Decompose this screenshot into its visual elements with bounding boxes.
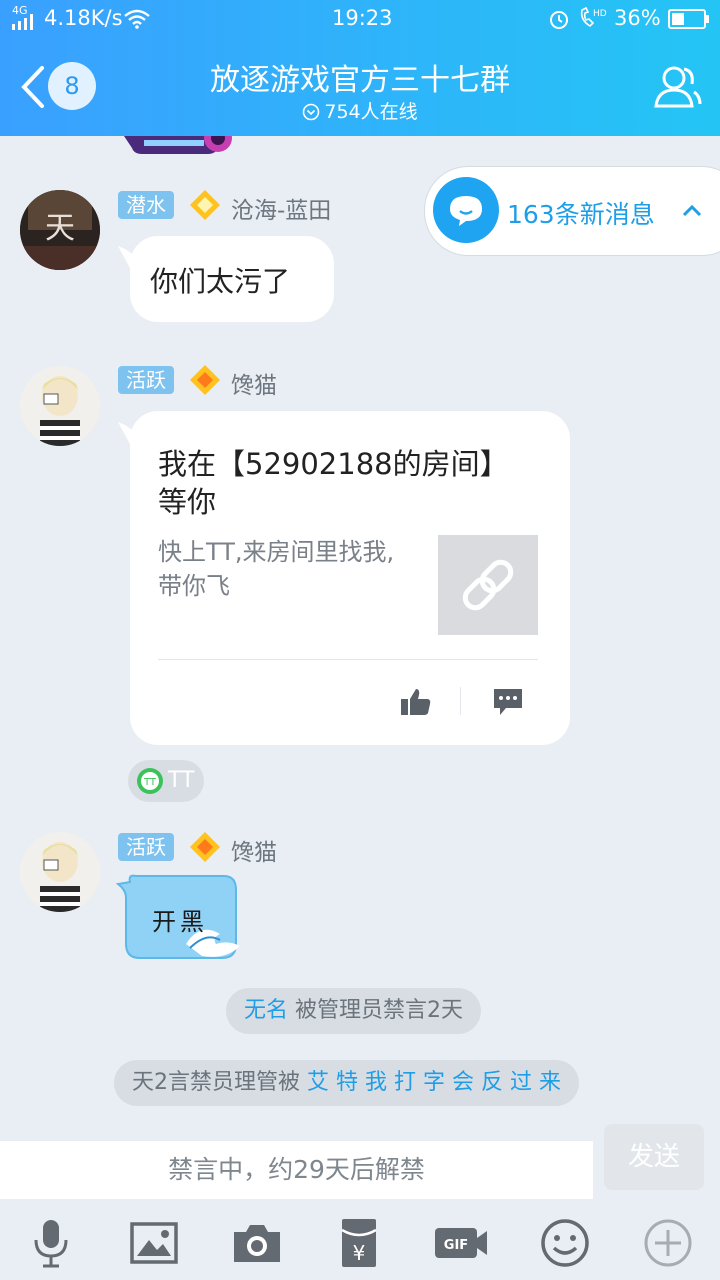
sender-name[interactable]: 沧海-蓝田 <box>231 191 331 225</box>
sender-name[interactable]: 馋猫 <box>231 833 277 867</box>
card-description: 快上TT,来房间里找我,带你飞 <box>158 538 395 600</box>
notice-text: 天2言禁员理管被 <box>132 1070 307 1095</box>
wifi-icon <box>124 9 150 29</box>
system-notice: 天2言禁员理管被 艾 特 我 打 字 会 反 过 来 <box>114 1060 579 1106</box>
online-count-label: 754人在线 <box>324 101 418 123</box>
sender-name[interactable]: 馋猫 <box>231 366 277 400</box>
alarm-icon <box>550 11 568 29</box>
member-tag: 潜水 <box>118 191 174 219</box>
battery-percent: 36% <box>614 6 661 30</box>
link-thumbnail <box>438 535 538 635</box>
link-icon <box>462 559 514 611</box>
emoji-icon[interactable] <box>538 1216 592 1270</box>
hd-call-icon: HD <box>580 6 607 28</box>
svg-text:¥: ¥ <box>353 1241 366 1265</box>
message-bubble[interactable]: 你们太污了 <box>130 236 334 322</box>
group-title: 放逐游戏官方三十七群 <box>210 63 510 98</box>
muted-user-name[interactable]: 艾 特 我 打 字 会 反 过 来 <box>307 1070 561 1095</box>
send-button[interactable]: 发送 <box>604 1124 704 1190</box>
tt-app-icon: TT <box>137 768 163 794</box>
thumbs-up-icon[interactable] <box>400 687 432 717</box>
partial-title-badge <box>124 136 232 154</box>
member-tag: 活跃 <box>118 366 174 394</box>
svg-text:天: 天 <box>45 211 75 246</box>
card-title: 我在【52902188的房间】等你 <box>158 447 509 519</box>
network-speed: 4.18K/s <box>44 6 123 30</box>
mic-icon[interactable] <box>24 1216 78 1270</box>
diamond-level-icon <box>190 832 220 862</box>
avatar[interactable] <box>20 366 100 446</box>
chevron-up-icon <box>682 204 702 217</box>
plus-icon[interactable] <box>641 1216 695 1270</box>
muted-user-name[interactable]: 无名 <box>244 998 288 1023</box>
source-label: TT <box>168 768 195 793</box>
chat-bubble-icon <box>433 177 499 243</box>
svg-text:GIF: GIF <box>444 1238 468 1253</box>
clock: 19:23 <box>332 6 393 30</box>
new-messages-label: 163条新消息 <box>507 200 655 229</box>
sticker-text: 开黑 <box>152 908 208 936</box>
group-members-icon[interactable] <box>650 62 704 112</box>
signal-icon <box>12 14 33 30</box>
svg-text:HD: HD <box>593 9 607 19</box>
divider <box>460 687 461 715</box>
divider <box>158 659 538 660</box>
online-count[interactable]: 754人在线 <box>0 97 720 124</box>
image-icon[interactable] <box>127 1216 181 1270</box>
chat-header: 4G 4.18K/s 19:23 HD 36% 8 放逐游戏官方三十七群 754… <box>0 0 720 136</box>
avatar-image <box>20 366 100 446</box>
message-input[interactable]: 禁言中，约29天后解禁 <box>0 1141 593 1199</box>
member-tag: 活跃 <box>118 833 174 861</box>
avatar-image <box>20 832 100 912</box>
status-bar: 4G 4.18K/s 19:23 HD 36% <box>0 0 720 38</box>
avatar-image: 天 <box>20 190 100 270</box>
share-card[interactable]: 我在【52902188的房间】等你 快上TT,来房间里找我,带你飞 <box>130 411 570 745</box>
system-notice: 无名 被管理员禁言2天 <box>226 988 482 1034</box>
message-text: 你们太污了 <box>150 265 291 298</box>
red-packet-icon[interactable]: ¥ <box>332 1216 386 1270</box>
camera-icon[interactable] <box>230 1216 284 1270</box>
diamond-level-icon <box>190 365 220 395</box>
input-toolbar: ¥ GIF <box>0 1206 720 1280</box>
notice-text: 被管理员禁言2天 <box>288 998 464 1023</box>
diamond-level-icon <box>190 190 220 220</box>
avatar[interactable]: 天 <box>20 190 100 270</box>
gif-icon[interactable]: GIF <box>434 1216 488 1270</box>
comment-icon[interactable] <box>492 687 524 717</box>
sticker-bubble[interactable]: 开黑 <box>116 874 246 962</box>
chevron-down-icon <box>303 103 320 121</box>
source-tag[interactable]: TT TT <box>128 760 204 802</box>
battery-icon <box>668 9 709 29</box>
avatar[interactable] <box>20 832 100 912</box>
new-messages-pill[interactable]: 163条新消息 <box>424 166 720 256</box>
svg-text:TT: TT <box>143 777 157 788</box>
